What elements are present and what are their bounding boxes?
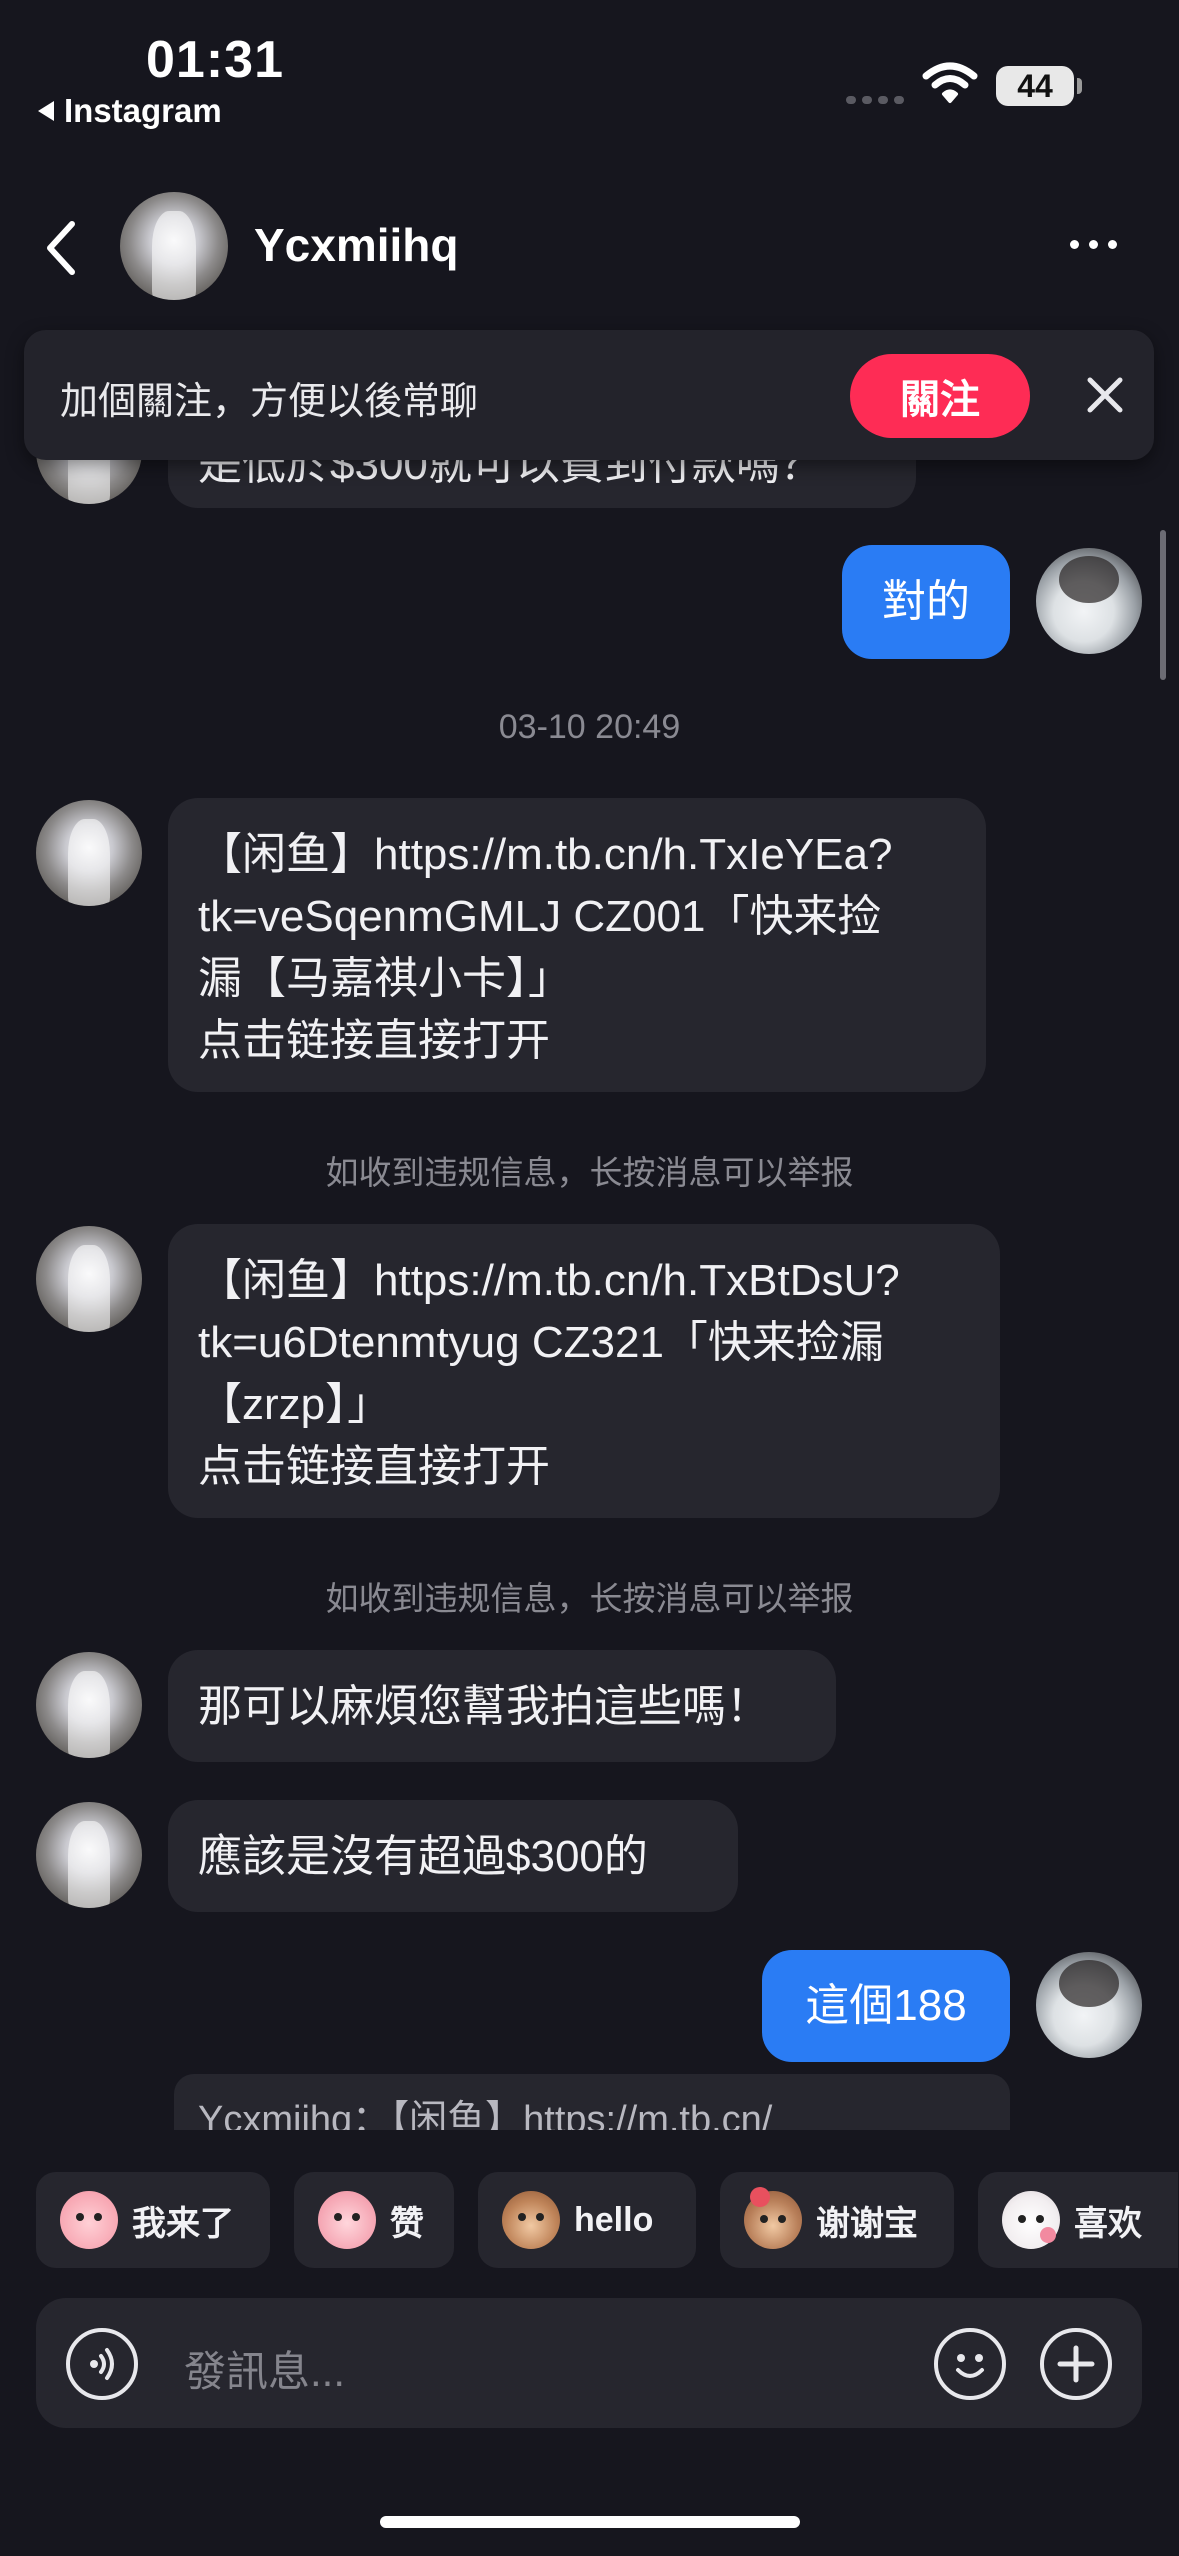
quick-reply-label: hello <box>574 2200 654 2239</box>
message-composer: 發訊息... <box>36 2298 1142 2428</box>
emoji-icon[interactable] <box>934 2328 1006 2400</box>
quick-reply-chip[interactable]: hello <box>478 2172 696 2268</box>
follow-banner-text: 加個關注，方便以後常聊 <box>60 381 479 423</box>
follow-suggestion-banner: 加個關注，方便以後常聊 關注 <box>24 330 1154 460</box>
back-app-label: Instagram <box>64 92 222 129</box>
message-bubble-incoming[interactable]: 那可以麻煩您幫我拍這些嗎！ <box>168 1650 836 1762</box>
message-bubble-outgoing[interactable]: 對的 <box>842 545 1010 659</box>
battery-tip <box>1077 78 1082 94</box>
scroll-indicator[interactable] <box>1160 530 1166 680</box>
more-options-icon[interactable] <box>1070 240 1117 249</box>
close-icon[interactable] <box>1086 376 1124 414</box>
report-notice: 如收到违规信息，长按消息可以举报 <box>325 1580 854 1617</box>
contact-name[interactable]: Ycxmiihq <box>254 218 459 272</box>
quoted-message-preview[interactable]: Ycxmiihq：【闲鱼】https://m.tb.cn/ <box>174 2074 1010 2130</box>
quick-reply-label: 谢谢宝 <box>816 2204 918 2243</box>
quick-reply-label: 喜欢 <box>1074 2204 1142 2243</box>
quick-reply-chip[interactable]: 赞 <box>294 2172 454 2268</box>
monkey-emoji-icon <box>502 2191 560 2249</box>
sheep-heart-emoji-icon <box>1002 2191 1060 2249</box>
battery-icon: 44 <box>996 66 1074 106</box>
my-avatar[interactable] <box>1036 548 1142 654</box>
back-triangle-icon <box>38 101 54 121</box>
voice-message-icon[interactable] <box>66 2328 138 2400</box>
sender-avatar[interactable] <box>36 1226 142 1332</box>
quick-reply-label: 我来了 <box>132 2204 234 2243</box>
quick-reply-label: 赞 <box>390 2204 424 2243</box>
pig-waving-emoji-icon <box>60 2191 118 2249</box>
back-arrow-icon[interactable] <box>44 220 78 276</box>
report-notice: 如收到违规信息，长按消息可以举报 <box>325 1154 854 1191</box>
cellular-signal-icon <box>846 96 904 104</box>
message-bubble-outgoing[interactable]: 這個188 <box>762 1950 1010 2062</box>
sender-avatar[interactable] <box>36 1802 142 1908</box>
message-timestamp: 03-10 20:49 <box>498 708 681 746</box>
add-icon[interactable] <box>1040 2328 1112 2400</box>
chat-screen: 01:31 Instagram 44 Ycxmiihq 是低於$300就可以費到… <box>0 0 1179 2556</box>
quick-reply-chip[interactable]: 我来了 <box>36 2172 270 2268</box>
message-input[interactable]: 發訊息... <box>184 2338 345 2399</box>
status-time: 01:31 <box>146 31 284 89</box>
message-bubble-link[interactable]: 【闲鱼】https://m.tb.cn/h.TxBtDsU? tk=u6Dten… <box>168 1224 1000 1518</box>
sender-avatar[interactable] <box>36 800 142 906</box>
pig-thumbs-up-emoji-icon <box>318 2191 376 2249</box>
message-bubble-incoming[interactable]: 應該是沒有超過$300的 <box>168 1800 738 1912</box>
follow-button[interactable]: 關注 <box>850 354 1030 438</box>
my-avatar[interactable] <box>1036 1952 1142 2058</box>
quick-reply-chip[interactable]: 喜欢 <box>978 2172 1178 2268</box>
contact-avatar[interactable] <box>120 192 228 300</box>
quick-reply-chip[interactable]: 谢谢宝 <box>720 2172 954 2268</box>
sender-avatar[interactable] <box>36 1652 142 1758</box>
wifi-icon <box>922 62 978 103</box>
message-bubble-link[interactable]: 【闲鱼】https://m.tb.cn/h.TxIeYEa? tk=veSqen… <box>168 798 986 1092</box>
home-indicator[interactable] <box>380 2516 800 2528</box>
back-to-app-link[interactable]: Instagram <box>38 92 222 130</box>
monkey-flower-emoji-icon <box>744 2187 802 2249</box>
